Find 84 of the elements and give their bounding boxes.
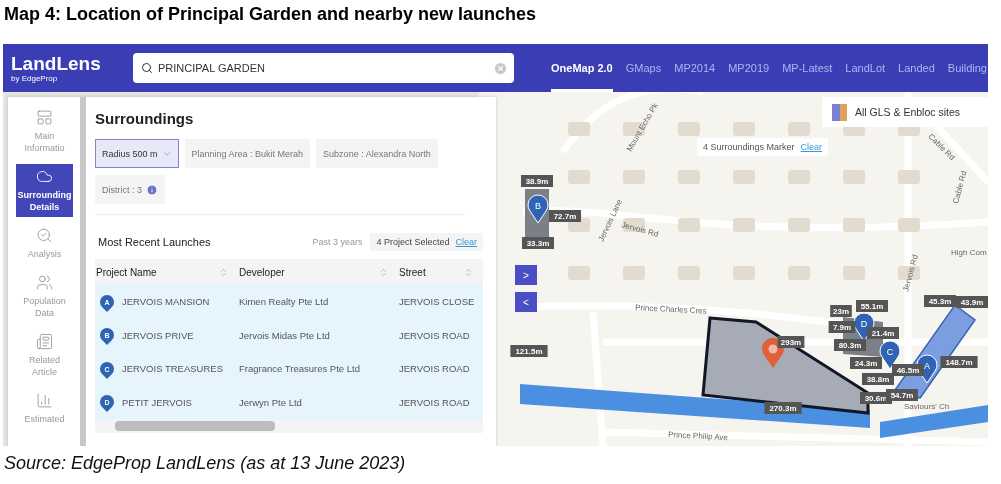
launches-title: Most Recent Launches [98, 236, 212, 248]
expand-button[interactable]: > [515, 265, 537, 285]
search-field[interactable]: PRINCIPAL GARDEN [133, 53, 514, 83]
map-tab[interactable]: MP-Latest [782, 44, 833, 92]
layers-button[interactable]: All GLS & Enbloc sites [822, 97, 988, 127]
distance-label: 21.4m [867, 327, 899, 339]
collapse-button[interactable]: < [515, 292, 537, 312]
table-cell: JERVOIS ROAD [398, 385, 483, 419]
logo-byline: by EdgeProp [11, 73, 59, 83]
sidebar-item[interactable]: Surrounding Details [16, 164, 73, 217]
column-header[interactable]: Project Name [95, 259, 238, 285]
people-icon [36, 274, 53, 291]
clear-icon[interactable] [493, 60, 508, 76]
map-tab[interactable]: MP2019 [728, 44, 770, 92]
sidebar-item[interactable]: Analysis [16, 223, 73, 264]
page-title: Map 4: Location of Principal Garden and nearby new launches [3, 3, 538, 26]
street-label: Prince Philip Ave [667, 430, 729, 443]
column-header[interactable]: Street [398, 259, 483, 285]
distance-label: 38.9m [521, 175, 553, 187]
filter-chip[interactable]: District : 3 [95, 175, 165, 204]
search-icon [141, 62, 153, 74]
map-marker[interactable]: B [527, 194, 549, 224]
magnifier-icon [36, 227, 53, 244]
street-label: Prince Charles Cres [634, 303, 707, 316]
map-tab[interactable]: Building [947, 44, 987, 92]
street-label: Jervois Rd [620, 220, 660, 239]
table-cell: JERVOIS ROAD [398, 352, 483, 386]
filter-chip[interactable]: Planning Area : Bukit Merah [184, 139, 311, 168]
bar-chart-icon [36, 392, 53, 409]
distance-label: 270.3m [764, 402, 802, 414]
distance-label: 55.1m [856, 300, 888, 312]
period-label: Past 3 years [312, 237, 363, 247]
distance-label: 24.3m [850, 357, 882, 369]
marker-count: 4 Surroundings Marker [703, 142, 795, 152]
cloud-icon [36, 168, 53, 185]
sort-icon [464, 267, 473, 277]
source-caption: Source: EdgeProp LandLens (as at 13 June 2023) [3, 452, 407, 475]
sidebar-item[interactable]: Related Article [16, 329, 73, 382]
selection-count: 4 Project Selected [376, 237, 450, 247]
logo: LandLens [11, 53, 102, 74]
distance-label: 148.7m [940, 356, 978, 368]
clear-link[interactable]: Clear [800, 142, 823, 152]
sort-icon [379, 267, 388, 277]
sort-icon [219, 267, 228, 277]
distance-label: 293m [777, 336, 805, 348]
filter-chip[interactable]: Subzone : Alexandra North [316, 139, 438, 168]
map-tab[interactable]: GMaps [625, 44, 662, 92]
distance-label: 46.5m [892, 364, 924, 376]
distance-label: 121.5m [510, 345, 548, 357]
street-label: High Com [951, 248, 987, 257]
section-title: Surroundings [95, 109, 195, 129]
table-cell: Kimen Realty Pte Ltd [238, 285, 398, 319]
radius-dropdown[interactable]: Radius 500 m [95, 139, 179, 168]
table-cell: JERVOIS CLOSE [398, 285, 483, 319]
distance-label: 38.8m [862, 373, 894, 385]
table-cell: Jervois Midas Pte Ltd [238, 318, 398, 352]
info-icon[interactable] [146, 183, 158, 196]
newspaper-icon [36, 333, 53, 350]
layers-icon [832, 103, 847, 121]
sidebar-item[interactable]: Main Informatio [16, 105, 73, 158]
scrollbar[interactable] [115, 421, 275, 431]
column-header[interactable]: Developer [238, 259, 398, 285]
distance-label: 45.3m [924, 295, 956, 307]
sidebar-item[interactable]: Population Data [16, 270, 73, 323]
table-cell: Jerwyn Pte Ltd [238, 385, 398, 419]
map-tab[interactable]: Landed [898, 44, 935, 92]
distance-label: 43.9m [956, 296, 988, 308]
scrollbar[interactable] [80, 97, 86, 446]
table-cell: JERVOIS ROAD [398, 318, 483, 352]
map-tab[interactable]: MP2014 [674, 44, 716, 92]
table-cell: Fragrance Treasures Pte Ltd [238, 352, 398, 386]
street-label: Saviours' Ch [904, 402, 950, 411]
distance-label: 80.3m [834, 339, 866, 351]
layout-icon [36, 109, 53, 126]
map-tab[interactable]: LandLot [845, 44, 886, 92]
distance-label: 7.9m [828, 321, 856, 333]
distance-label: 54.7m [886, 389, 918, 401]
sidebar-item[interactable]: Estimated [16, 388, 73, 429]
street-label: Jervois Rd [901, 253, 920, 293]
distance-label: 33.3m [522, 237, 554, 249]
distance-label: 23m [830, 305, 852, 317]
street-label: Cable Rd [951, 169, 969, 205]
distance-label: 72.7m [549, 210, 581, 222]
clear-link[interactable]: Clear [455, 237, 477, 247]
